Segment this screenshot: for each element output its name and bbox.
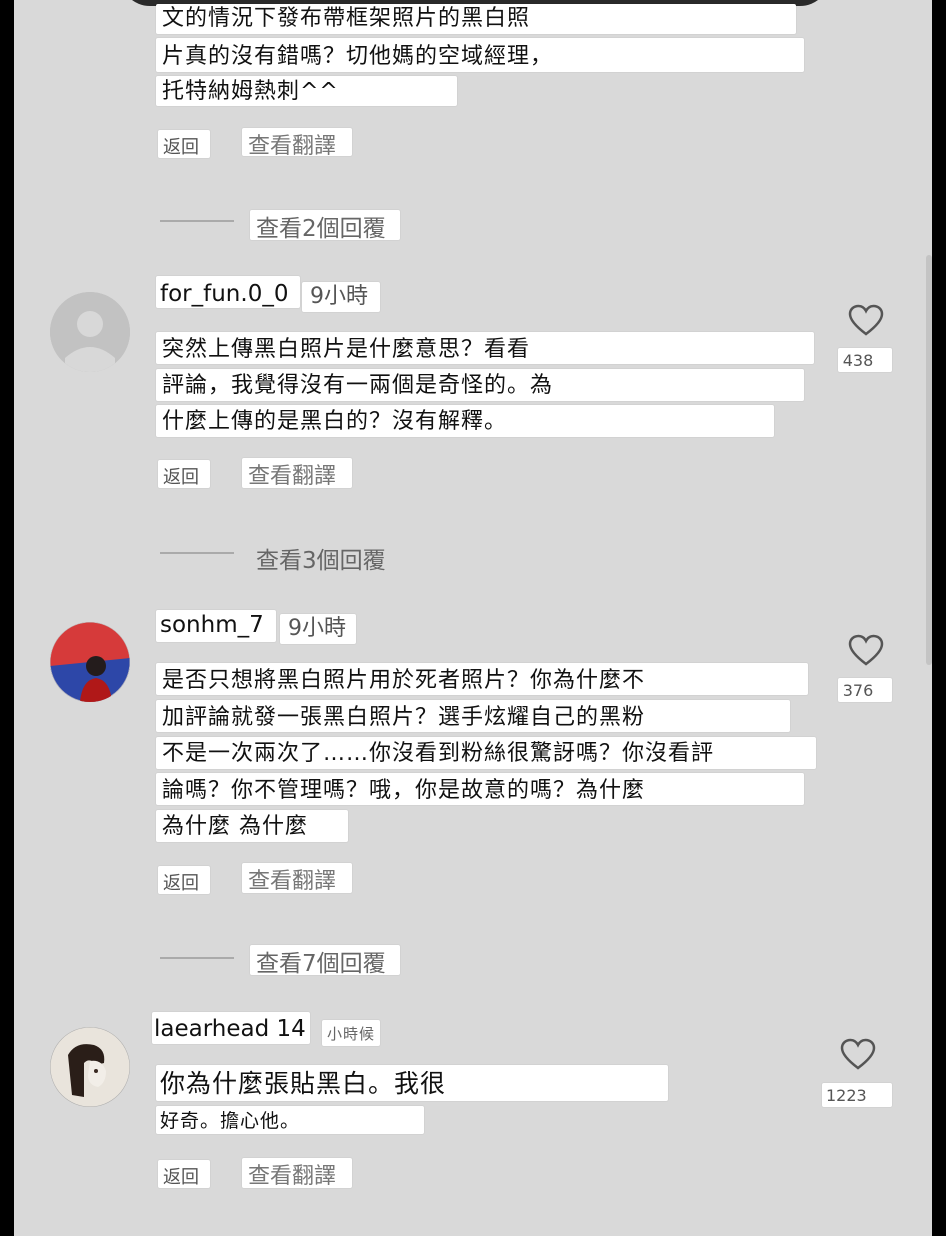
heart-icon[interactable]: [840, 1038, 876, 1070]
comment-text-line: 評論，我覺得沒有一兩個是奇怪的。為: [162, 373, 554, 398]
reply-button[interactable]: 返回: [163, 133, 199, 159]
comment-text-line: 不是一次兩次了……你沒看到粉絲很驚訝嗎？你沒看評: [162, 741, 715, 766]
comment-text-line: 為什麼 為什麼: [162, 814, 308, 839]
view-replies-button[interactable]: 查看7個回覆: [256, 944, 386, 978]
screen-edge-right: [932, 0, 946, 1236]
comment-text-line: 好奇。擔心他。: [160, 1110, 301, 1132]
timestamp: 9小時: [310, 284, 368, 309]
heart-icon[interactable]: [848, 634, 884, 666]
comment-text-line: 是否只想將黑白照片用於死者照片？你為什麼不: [162, 668, 646, 693]
avatar-image: [50, 1027, 130, 1107]
like-count: 1223: [826, 1086, 867, 1105]
avatar[interactable]: [50, 1027, 130, 1107]
scrollbar[interactable]: [926, 255, 932, 665]
screen-edge-left: [0, 0, 14, 1236]
like-count: 438: [842, 351, 874, 370]
timestamp: 小時候: [327, 1025, 376, 1043]
reply-button[interactable]: 返回: [163, 1163, 199, 1189]
replies-divider: [160, 220, 234, 222]
username[interactable]: sonhm_7: [160, 610, 264, 640]
see-translation-button[interactable]: 查看翻譯: [248, 1158, 336, 1190]
comment-text-line: 突然上傳黑白照片是什麼意思？看看: [162, 337, 531, 362]
replies-divider: [160, 552, 234, 554]
see-translation-button[interactable]: 查看翻譯: [248, 128, 336, 160]
user-icon: [50, 292, 130, 372]
username[interactable]: for_fun.0_0: [160, 279, 288, 309]
comment-text-line: 片真的沒有錯嗎？切他媽的空域經理，: [162, 44, 554, 69]
heart-icon[interactable]: [848, 304, 884, 336]
replies-divider: [160, 957, 234, 959]
comment-text-line: 加評論就發一張黑白照片？選手炫耀自己的黑粉: [162, 705, 646, 730]
comment-text-line: 什麼上傳的是黑白的？沒有解釋。: [162, 409, 508, 434]
avatar-default[interactable]: [50, 292, 130, 372]
comment-text-line: 論嗎？你不管理嗎？哦，你是故意的嗎？為什麼: [162, 778, 646, 803]
timestamp: 9小時: [288, 616, 346, 641]
avatar[interactable]: [50, 622, 130, 702]
username[interactable]: laearhead 14: [154, 1014, 306, 1044]
like-count: 376: [842, 681, 874, 700]
view-replies-button[interactable]: 查看3個回覆: [256, 541, 386, 575]
comment-text-line: 你為什麼張貼黑白。我很: [160, 1069, 447, 1098]
reply-button[interactable]: 返回: [163, 869, 199, 895]
see-translation-button[interactable]: 查看翻譯: [248, 458, 336, 490]
comment-text-line: 托特納姆熱刺^^: [162, 79, 339, 104]
view-replies-button[interactable]: 查看2個回覆: [256, 209, 386, 243]
comment-text-line: 文的情況下發布帶框架照片的黑白照: [162, 6, 531, 31]
avatar-image: [50, 622, 130, 702]
see-translation-button[interactable]: 查看翻譯: [248, 863, 336, 895]
reply-button[interactable]: 返回: [163, 463, 199, 489]
